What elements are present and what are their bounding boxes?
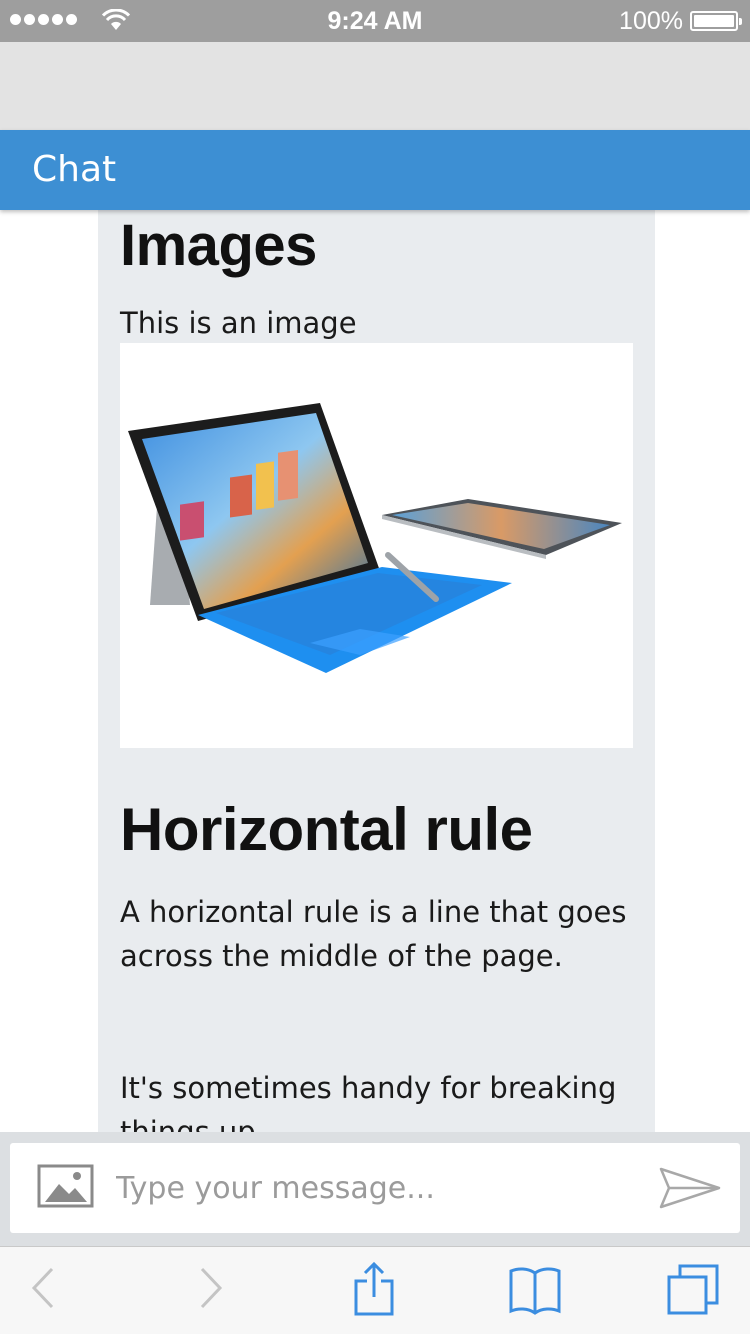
bookmarks-icon[interactable] [508,1265,562,1315]
page-title: Chat [32,149,117,190]
chat-content[interactable]: Images This is an image Horizontal rule … [0,210,750,1132]
back-icon[interactable] [30,1265,56,1311]
image-icon[interactable] [37,1164,94,1210]
message-card: Images This is an image Horizontal rule … [98,210,655,1132]
laptop-image [120,343,633,748]
images-heading: Images [120,213,317,278]
status-bar: 9:24 AM 100% [0,0,750,42]
browser-address-area [0,42,750,130]
send-icon[interactable] [658,1165,722,1211]
breaking-paragraph: It's sometimes handy for breaking things… [120,1071,617,1132]
message-input[interactable] [116,1163,636,1213]
image-caption: This is an image [120,306,357,340]
horizontal-rule-paragraph: A horizontal rule is a line that goes ac… [120,895,627,973]
browser-toolbar [0,1246,750,1334]
battery-percent: 100% [619,7,683,35]
tabs-icon[interactable] [666,1263,720,1315]
forward-icon[interactable] [198,1265,224,1311]
message-composer [10,1143,740,1233]
share-icon[interactable] [353,1261,395,1317]
horizontal-rule-heading: Horizontal rule [120,796,533,863]
app-header: Chat [0,130,750,210]
composer-bar [0,1132,750,1246]
battery-icon [690,11,742,31]
laptop-tablet-photo-icon [128,403,622,673]
